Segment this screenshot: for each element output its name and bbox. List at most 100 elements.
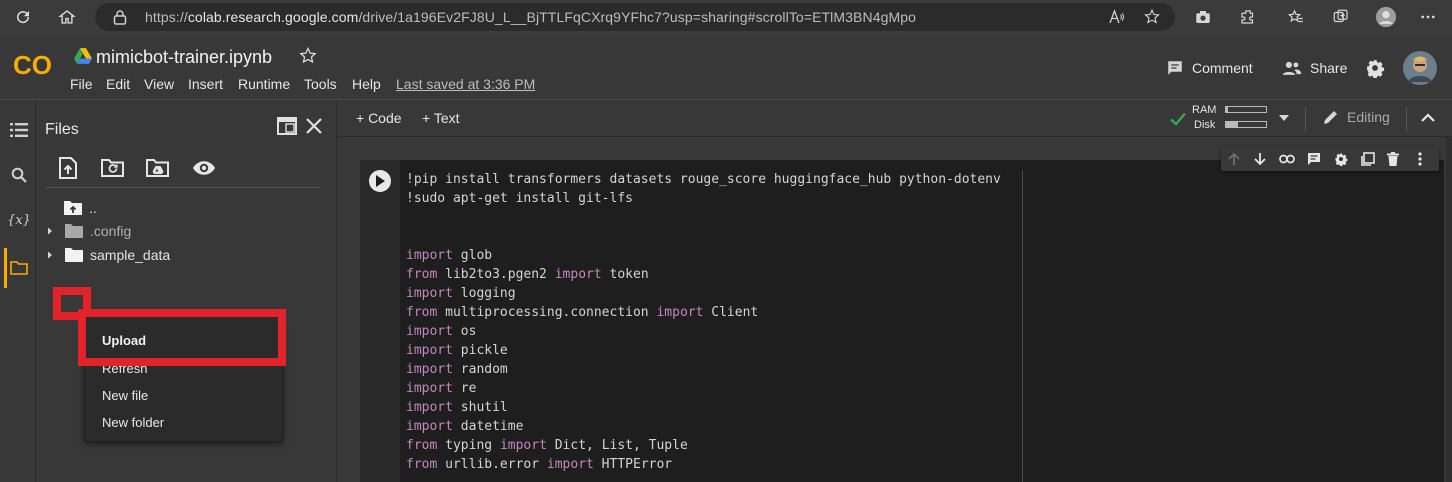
code-line: import glob bbox=[406, 246, 1001, 265]
menu-file[interactable]: File bbox=[70, 76, 93, 92]
open-in-tab-icon[interactable] bbox=[277, 117, 297, 135]
colab-logo[interactable]: CO bbox=[12, 50, 56, 80]
code-keyword: import bbox=[406, 362, 453, 377]
more-options-icon[interactable] bbox=[1415, 5, 1441, 29]
close-panel-icon[interactable] bbox=[305, 117, 323, 135]
link-icon[interactable] bbox=[1278, 150, 1296, 168]
comment-icon bbox=[1168, 61, 1182, 75]
menu-tools[interactable]: Tools bbox=[304, 76, 337, 92]
code-line: import random bbox=[406, 360, 1001, 379]
code-keyword: import bbox=[406, 286, 453, 301]
browser-toolbar: https://colab.research.google.com/drive/… bbox=[0, 0, 1452, 34]
refresh-folder-icon[interactable] bbox=[100, 155, 126, 181]
lock-icon[interactable] bbox=[113, 9, 127, 25]
profile-avatar-icon[interactable] bbox=[1373, 5, 1399, 29]
tree-row-config[interactable]: .config bbox=[45, 220, 131, 242]
cell-more-icon[interactable] bbox=[1411, 150, 1429, 168]
collapse-header-icon[interactable] bbox=[1421, 113, 1435, 122]
disk-meter[interactable] bbox=[1225, 121, 1267, 128]
menu-view[interactable]: View bbox=[144, 76, 174, 92]
notebook-title[interactable]: mimicbot-trainer.ipynb bbox=[96, 47, 272, 68]
code-token: pickle bbox=[452, 343, 508, 358]
code-token: urllib.error bbox=[437, 457, 547, 472]
play-icon bbox=[376, 175, 385, 187]
context-menu-new-file[interactable]: New file bbox=[102, 388, 148, 403]
code-line: !sudo apt-get install git-lfs bbox=[406, 189, 1001, 208]
move-down-icon[interactable] bbox=[1251, 150, 1269, 168]
read-aloud-icon[interactable] bbox=[1107, 8, 1125, 26]
upload-file-icon[interactable] bbox=[55, 155, 81, 181]
table-of-contents-icon[interactable] bbox=[8, 119, 30, 141]
folder-icon bbox=[65, 248, 83, 262]
star-icon[interactable] bbox=[298, 46, 318, 66]
menu-insert[interactable]: Insert bbox=[188, 76, 223, 92]
tree-row-sample-data[interactable]: sample_data bbox=[45, 244, 170, 266]
editing-mode-button[interactable]: Editing bbox=[1323, 109, 1390, 125]
url-host: colab.research.google.com bbox=[187, 9, 359, 25]
favorites-icon[interactable] bbox=[1283, 5, 1309, 29]
move-up-icon[interactable] bbox=[1225, 150, 1243, 168]
code-keyword: import bbox=[546, 457, 594, 472]
delete-cell-icon[interactable] bbox=[1384, 150, 1402, 168]
disk-meter-fill bbox=[1226, 122, 1238, 127]
ram-meter-fill bbox=[1226, 107, 1228, 112]
code-token: shutil bbox=[452, 400, 508, 415]
toolbar-divider bbox=[45, 187, 320, 188]
expand-arrow-icon[interactable] bbox=[45, 226, 55, 236]
show-hidden-eye-icon[interactable] bbox=[191, 155, 217, 181]
logo-text: CO bbox=[13, 50, 52, 80]
comment-label: Comment bbox=[1192, 60, 1253, 76]
reload-icon[interactable] bbox=[10, 5, 36, 29]
folder-icon bbox=[65, 224, 83, 238]
code-token: multiprocessing.connection bbox=[437, 305, 657, 320]
menu-runtime[interactable]: Runtime bbox=[238, 76, 290, 92]
add-code-button[interactable]: + Code bbox=[356, 110, 402, 126]
code-cell[interactable]: !pip install transformers datasets rouge… bbox=[360, 160, 1444, 482]
comment-cell-icon[interactable] bbox=[1305, 150, 1323, 168]
user-avatar[interactable] bbox=[1403, 51, 1437, 85]
home-icon[interactable] bbox=[54, 5, 80, 29]
settings-gear-icon[interactable] bbox=[1365, 58, 1385, 78]
run-cell-button[interactable] bbox=[369, 170, 391, 192]
url-text[interactable]: https://colab.research.google.com/drive/… bbox=[145, 9, 916, 25]
code-keyword: import bbox=[406, 419, 453, 434]
context-menu-new-folder[interactable]: New folder bbox=[102, 415, 164, 430]
mirror-cell-icon[interactable] bbox=[1359, 150, 1377, 168]
code-token: re bbox=[452, 381, 477, 396]
runtime-dropdown-icon[interactable] bbox=[1279, 115, 1289, 121]
files-folder-icon[interactable] bbox=[8, 257, 30, 279]
code-keyword: import bbox=[406, 381, 453, 396]
ram-meter[interactable] bbox=[1225, 106, 1267, 113]
menu-help[interactable]: Help bbox=[352, 76, 381, 92]
code-token: typing bbox=[437, 438, 500, 453]
menu-edit[interactable]: Edit bbox=[106, 76, 130, 92]
code-token: datetime bbox=[452, 419, 524, 434]
code-keyword: import bbox=[406, 324, 453, 339]
code-editor[interactable]: !pip install transformers datasets rouge… bbox=[406, 170, 1001, 474]
share-button[interactable]: Share bbox=[1282, 59, 1347, 77]
search-icon[interactable] bbox=[8, 164, 30, 186]
variables-icon[interactable]: {x} bbox=[7, 209, 31, 231]
last-saved-link[interactable]: Last saved at 3:36 PM bbox=[396, 76, 535, 92]
code-token: token bbox=[601, 267, 649, 282]
code-keyword: from bbox=[406, 457, 438, 472]
line-length-ruler bbox=[1022, 170, 1023, 482]
notebook-scrollbar[interactable] bbox=[1446, 137, 1452, 482]
add-favorite-icon[interactable] bbox=[1143, 8, 1161, 26]
files-panel-title: Files bbox=[45, 121, 79, 138]
code-line: import datetime bbox=[406, 417, 1001, 436]
mount-drive-icon[interactable] bbox=[145, 155, 171, 181]
address-bar[interactable]: https://colab.research.google.com/drive/… bbox=[95, 3, 1175, 31]
expand-arrow-icon[interactable] bbox=[45, 250, 55, 260]
toolbar-divider bbox=[1406, 107, 1407, 131]
tree-row-parent[interactable]: .. bbox=[63, 197, 97, 219]
collections-icon[interactable] bbox=[1328, 5, 1354, 29]
extensions-icon[interactable] bbox=[1235, 5, 1261, 29]
cell-settings-icon[interactable] bbox=[1332, 150, 1350, 168]
context-menu-upload-highlighted[interactable]: Upload bbox=[102, 333, 146, 348]
add-text-button[interactable]: + Text bbox=[422, 110, 460, 126]
code-keyword: from bbox=[406, 438, 438, 453]
screenshot-icon[interactable] bbox=[1190, 5, 1216, 29]
comment-button[interactable]: Comment bbox=[1166, 59, 1253, 77]
